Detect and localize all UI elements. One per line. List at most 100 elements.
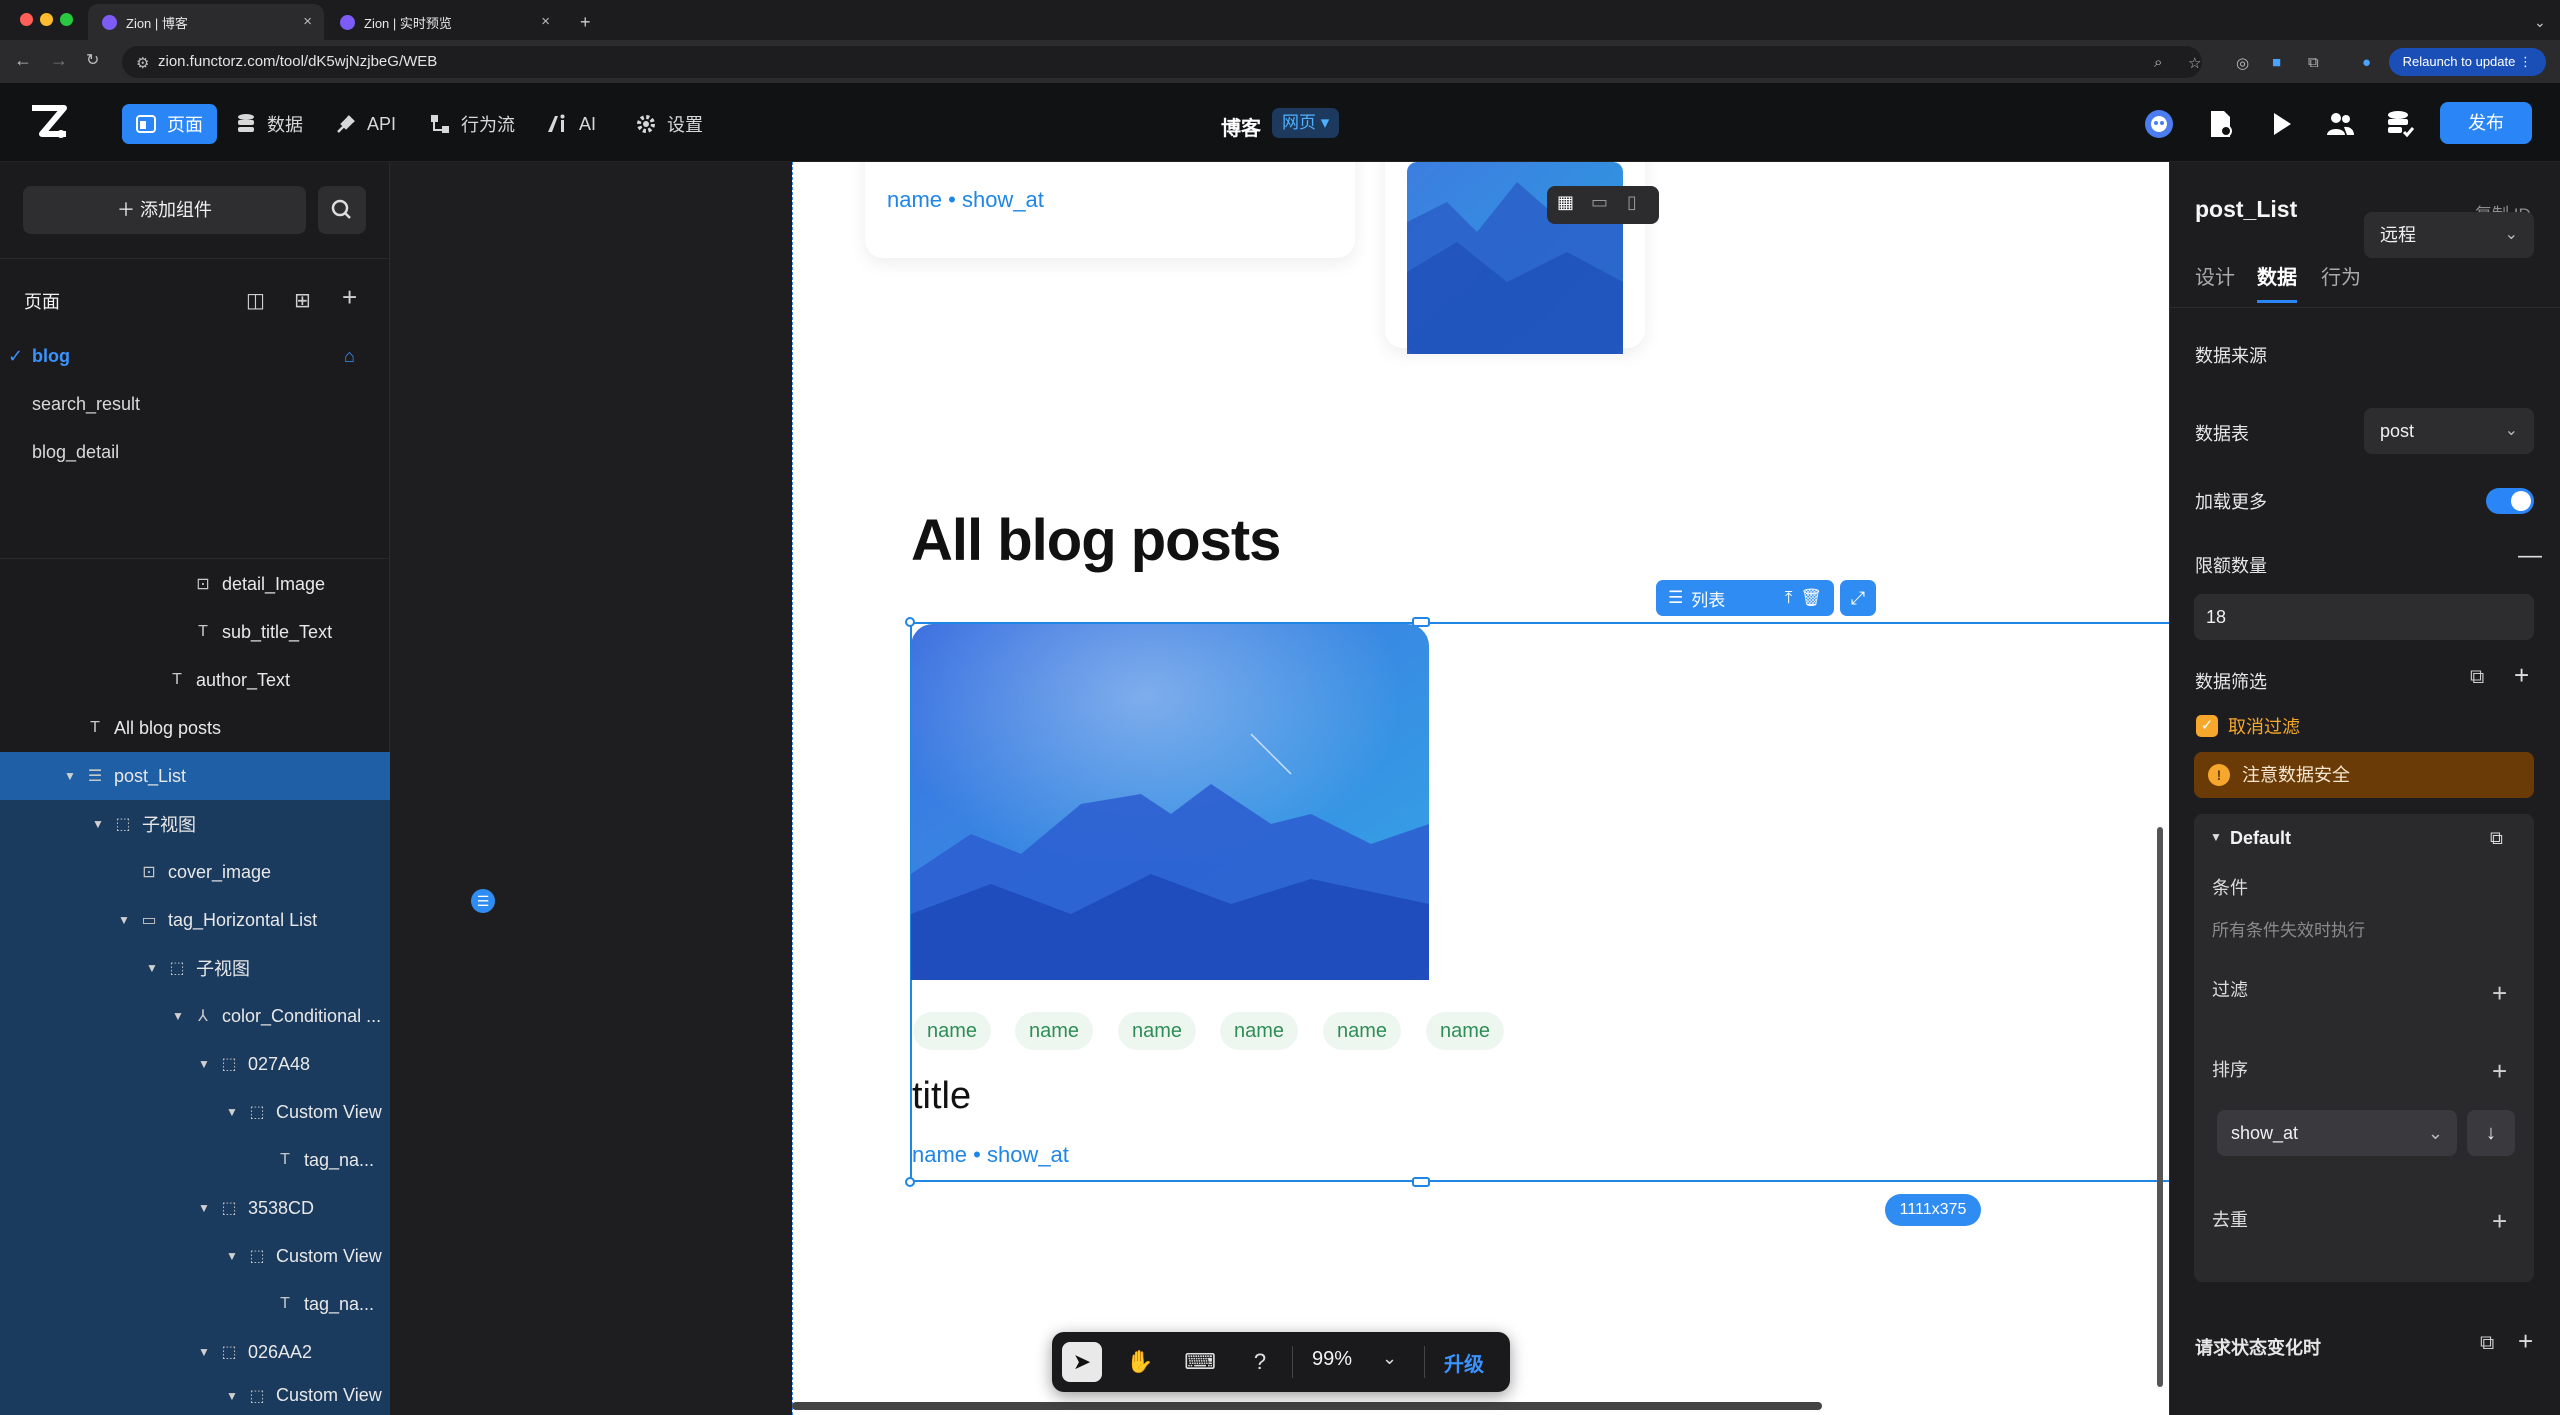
expand-icon[interactable]: ⤢ — [1840, 580, 1876, 616]
page-layout-icon[interactable]: ◫ — [246, 288, 265, 313]
add-folder-icon[interactable]: ⊞ — [294, 288, 311, 313]
caret-down-icon[interactable]: ▼ — [198, 1201, 216, 1215]
keyboard-icon[interactable]: ⌨ — [1180, 1342, 1220, 1382]
close-window-button[interactable] — [20, 13, 33, 26]
tree-node-custom-view[interactable]: ▼ ⬚ Custom View — [0, 1376, 390, 1415]
caret-down-icon[interactable]: ▼ — [172, 1009, 190, 1023]
tag-chip[interactable]: name — [1426, 1012, 1505, 1050]
tag-chip[interactable]: name — [1118, 1012, 1197, 1050]
tree-node-sub-title-text[interactable]: T sub_title_Text — [0, 608, 390, 656]
move-top-icon[interactable]: ⤒ — [1785, 588, 1793, 608]
profile-avatar[interactable]: ● — [2362, 54, 2371, 71]
zoom-window-button[interactable] — [60, 13, 73, 26]
tree-node-all-blog-posts[interactable]: T All blog posts — [0, 704, 390, 752]
search-button[interactable] — [318, 186, 366, 234]
page-type-dropdown[interactable]: 网页 ▾ — [1272, 108, 1340, 138]
tree-node-tag-name[interactable]: T tag_na... — [0, 1136, 390, 1184]
caret-down-icon[interactable]: ▼ — [198, 1057, 216, 1071]
add-filter-condition-icon[interactable]: + — [2492, 980, 2507, 1006]
tree-node-custom-view[interactable]: ▼ ⬚ Custom View — [0, 1088, 390, 1136]
page-item-blog-detail[interactable]: blog_detail — [32, 442, 119, 463]
tag-chip[interactable]: name — [1220, 1012, 1299, 1050]
home-icon[interactable]: ⌂ — [344, 346, 355, 367]
close-tab-icon[interactable]: × — [541, 13, 550, 30]
play-preview-icon[interactable] — [2265, 108, 2297, 140]
forward-icon[interactable]: → — [50, 50, 68, 71]
relaunch-button[interactable]: Relaunch to update ⋮ — [2388, 48, 2546, 76]
reload-icon[interactable]: ↻ — [86, 50, 99, 70]
zoom-level[interactable]: 99% — [1312, 1348, 1352, 1371]
post-meta[interactable]: name • show_at — [912, 1142, 1069, 1168]
hand-tool-icon[interactable]: ✋ — [1120, 1342, 1160, 1382]
tree-node-3538cd[interactable]: ▼ ⬚ 3538CD — [0, 1184, 390, 1232]
bookmark-star-icon[interactable]: ☆ — [2188, 54, 2201, 72]
tree-node-post-list[interactable]: ▼ ☰ post_List — [0, 752, 390, 800]
load-more-toggle[interactable] — [2486, 488, 2534, 514]
sort-direction-button[interactable]: ↓ — [2467, 1110, 2515, 1156]
tab-preview[interactable]: Zion | 实时预览 × — [326, 4, 562, 40]
add-component-button[interactable]: ＋ 添加组件 — [23, 186, 306, 234]
caret-down-icon[interactable]: ▼ — [226, 1389, 244, 1403]
caret-down-icon[interactable]: ▼ — [226, 1105, 244, 1119]
extension-icon[interactable]: ■ — [2272, 54, 2281, 71]
tree-node-027a48[interactable]: ▼ ⬚ 027A48 — [0, 1040, 390, 1088]
caret-down-icon[interactable]: ▼ — [226, 1249, 244, 1263]
tree-node-custom-view[interactable]: ▼ ⬚ Custom View — [0, 1232, 390, 1280]
list-handle-icon[interactable]: ☰ — [471, 889, 495, 913]
all-blog-posts-heading[interactable]: All blog posts — [911, 507, 1281, 574]
resize-handle[interactable] — [1412, 1177, 1430, 1187]
nav-flow[interactable]: 行为流 — [416, 104, 529, 144]
add-sort-icon[interactable]: + — [2492, 1058, 2507, 1084]
tag-chip[interactable]: name — [1323, 1012, 1402, 1050]
url-input[interactable]: zion.functorz.com/tool/dK5wjNzjbeG/WEB — [122, 46, 2202, 78]
horizontal-scrollbar[interactable] — [792, 1402, 1822, 1410]
close-tab-icon[interactable]: × — [303, 13, 312, 30]
help-icon[interactable]: ? — [1240, 1342, 1280, 1382]
tab-data[interactable]: 数据 — [2257, 261, 2297, 290]
assistant-avatar-icon[interactable] — [2143, 108, 2175, 140]
tab-behavior[interactable]: 行为 — [2321, 261, 2361, 290]
data-table-select[interactable]: post ⌄ — [2364, 408, 2534, 454]
tree-node-cover-image[interactable]: ⊡ cover_image — [0, 848, 390, 896]
design-canvas[interactable]: name • show_at ▦ ▭ ▯ All blog posts ☰ 列表… — [391, 162, 2169, 1415]
caret-down-icon[interactable]: ▼ — [64, 769, 82, 783]
add-dedupe-icon[interactable]: + — [2492, 1208, 2507, 1234]
collapse-icon[interactable]: — — [2518, 542, 2542, 570]
tag-chip[interactable]: name — [1015, 1012, 1094, 1050]
copy-icon[interactable]: ⧉ — [2490, 828, 2503, 849]
zoom-lens-icon[interactable]: ⌕ — [2154, 54, 2162, 71]
back-icon[interactable]: ← — [14, 50, 32, 71]
chevron-down-icon[interactable]: ⌄ — [1382, 1348, 1397, 1369]
tab-blog[interactable]: Zion | 博客 × — [88, 4, 324, 40]
tab-design[interactable]: 设计 — [2195, 261, 2235, 290]
add-filter-icon[interactable]: + — [2514, 660, 2529, 691]
tree-node-tag-name[interactable]: T tag_na... — [0, 1280, 390, 1328]
caret-down-icon[interactable]: ▼ — [118, 913, 136, 927]
nav-pages[interactable]: 页面 — [122, 104, 217, 144]
add-event-icon[interactable]: + — [2518, 1326, 2533, 1357]
zion-logo-icon[interactable] — [28, 104, 70, 142]
cover-image[interactable] — [911, 624, 1429, 980]
copy-icon[interactable]: ⧉ — [2480, 1332, 2494, 1355]
users-icon[interactable] — [2324, 108, 2356, 140]
cancel-filter-checkbox[interactable]: ✓ 取消过滤 — [2196, 713, 2300, 739]
incognito-icon[interactable]: ◎ — [2236, 54, 2249, 72]
tree-node-color-conditional[interactable]: ▼ ⅄ color_Conditional ... — [0, 992, 390, 1040]
mobile-icon[interactable]: ▯ — [1627, 192, 1637, 213]
tag-chip[interactable]: name — [913, 1012, 992, 1050]
add-page-icon[interactable]: + — [342, 282, 357, 313]
vertical-scrollbar[interactable] — [2157, 827, 2163, 1387]
page-item-search-result[interactable]: search_result — [32, 394, 140, 415]
caret-down-icon[interactable]: ▼ — [146, 961, 164, 975]
nav-ai[interactable]: AI — [534, 104, 610, 144]
copy-icon[interactable]: ⧉ — [2470, 666, 2484, 689]
limit-input[interactable]: 18 — [2194, 594, 2534, 640]
data-source-select[interactable]: 远程 ⌄ — [2364, 212, 2534, 258]
caret-down-icon[interactable]: ▼ — [198, 1345, 216, 1359]
nav-api[interactable]: API — [322, 104, 410, 144]
upgrade-button[interactable]: 升级 — [1444, 1348, 1484, 1377]
delete-icon[interactable]: 🗑 — [1800, 588, 1822, 608]
tree-node-subview[interactable]: ▼ ⬚ 子视图 — [0, 800, 390, 848]
tree-node-tag-horizontal-list[interactable]: ▼ ▭ tag_Horizontal List — [0, 896, 390, 944]
desktop-icon[interactable]: ▭ — [1591, 192, 1608, 213]
